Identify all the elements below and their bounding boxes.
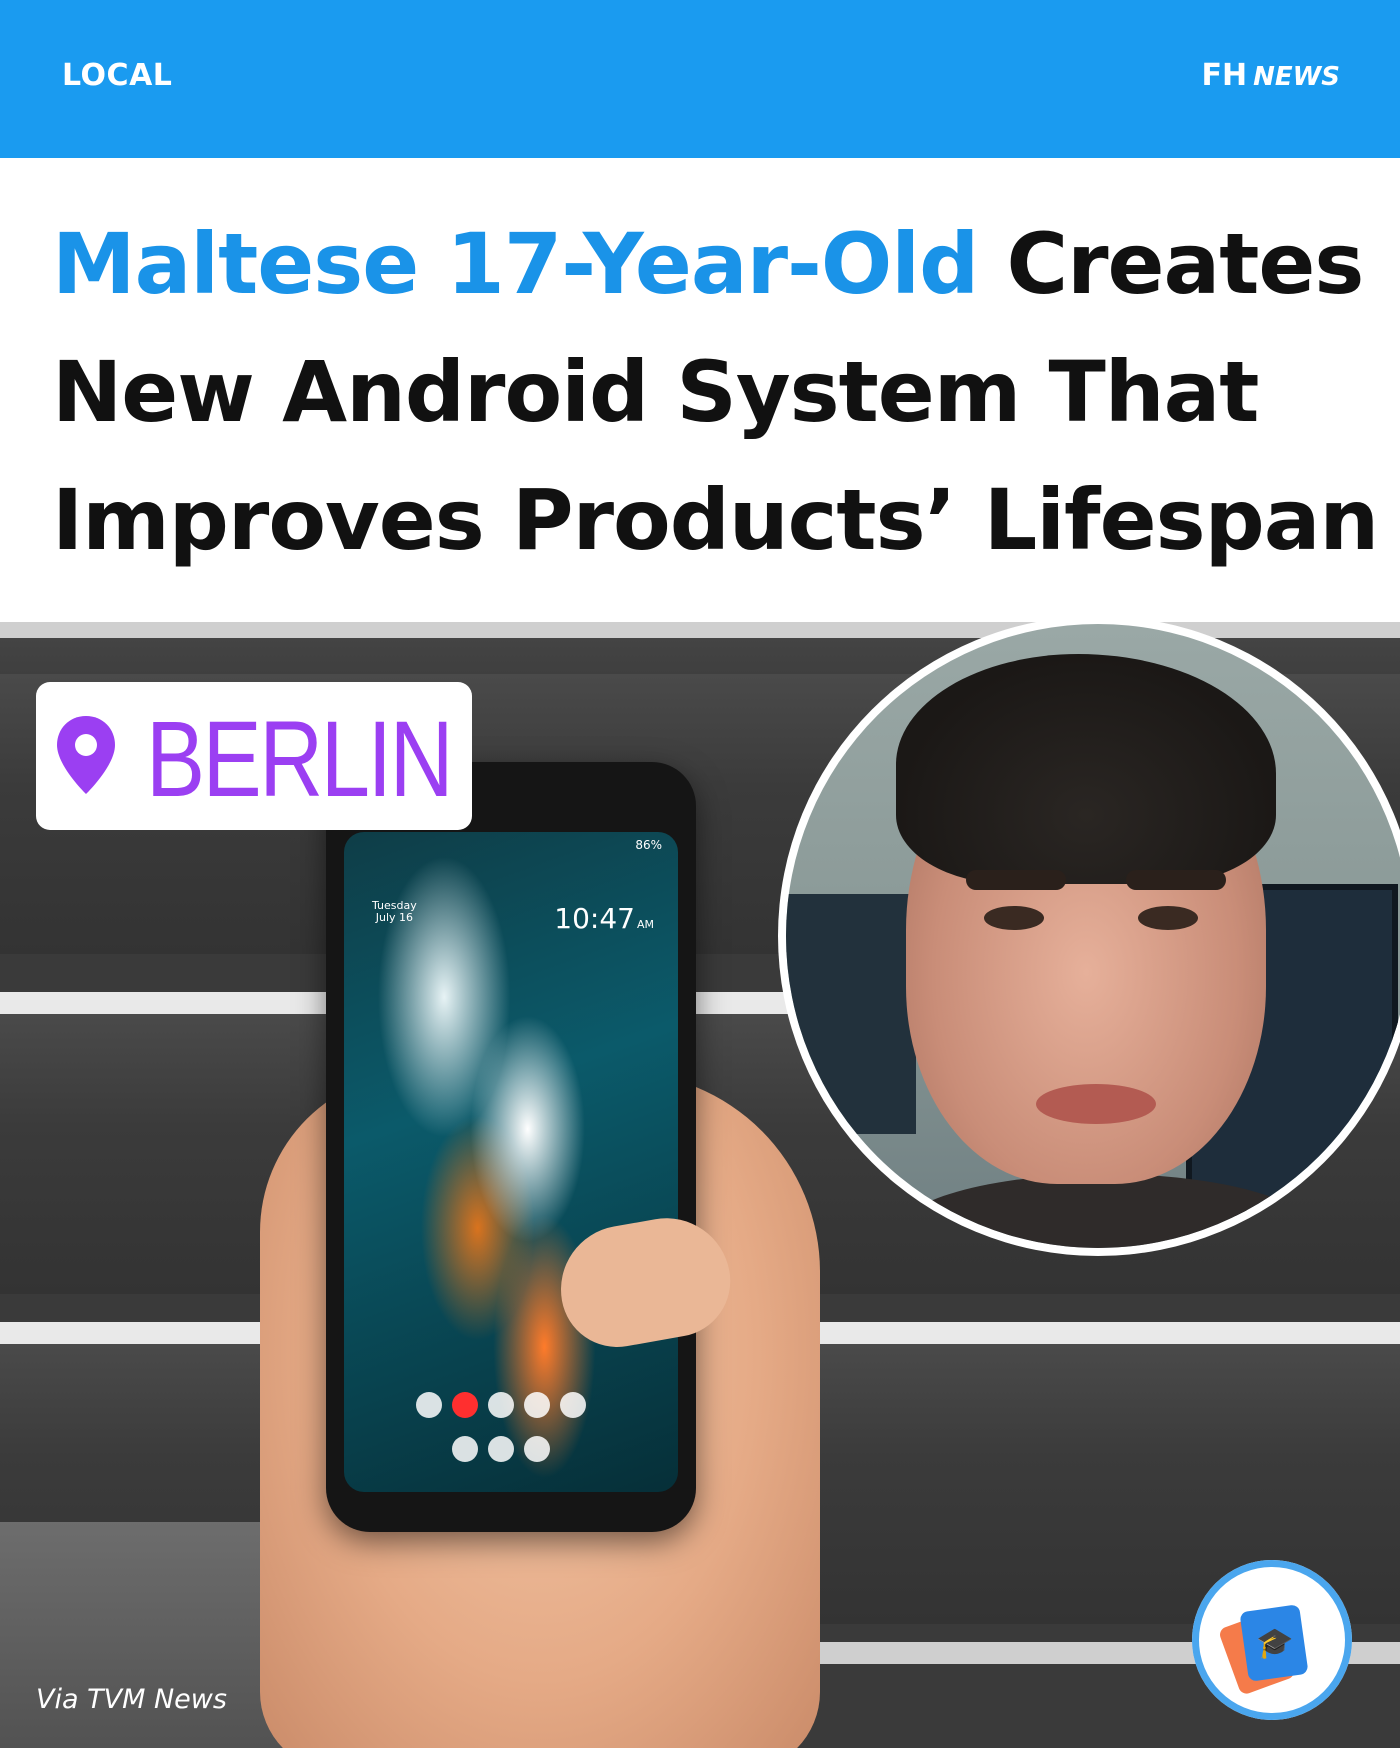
app-dock: [416, 1392, 636, 1462]
app-dot: [524, 1392, 550, 1418]
photo-credit: Via TVM News: [36, 1684, 227, 1715]
location-tag[interactable]: BERLIN: [36, 682, 472, 830]
location-pin-icon: [57, 716, 115, 794]
brand-main: FH: [1201, 58, 1248, 93]
phone-date: Tuesday July 16: [372, 900, 417, 924]
brand-sub: NEWS: [1253, 62, 1340, 92]
phone-date-text: July 16: [375, 911, 414, 924]
article-photo[interactable]: 86% Tuesday July 16 10:47 AM BERLIN Via …: [0, 622, 1400, 1748]
app-dot: [416, 1392, 442, 1418]
location-city: BERLIN: [146, 698, 454, 819]
phone-clock: 10:47 AM: [554, 902, 654, 935]
app-dot: [488, 1392, 514, 1418]
background-monitor: [786, 894, 916, 1134]
app-dot: [488, 1436, 514, 1462]
brand-logo[interactable]: FH NEWS: [1201, 58, 1340, 93]
top-bar: LOCAL FH NEWS: [0, 0, 1400, 158]
headline-line-1-rest: Creates: [978, 215, 1364, 313]
mouth: [1036, 1084, 1156, 1124]
eye: [984, 906, 1044, 930]
headline-line-2: New Android System That: [52, 343, 1259, 441]
phone-time-suffix: AM: [636, 918, 654, 931]
eyebrow: [966, 870, 1066, 890]
eye: [1138, 906, 1198, 930]
eyebrow: [1126, 870, 1226, 890]
app-dot: [452, 1436, 478, 1462]
headline-line-3: Improves Products’ Lifespan: [52, 471, 1379, 569]
portrait-circle: [778, 622, 1400, 1256]
phone-screen: 86% Tuesday July 16 10:47 AM: [344, 832, 678, 1492]
headline-highlight: Maltese 17-Year-Old: [52, 215, 979, 313]
app-dot: [560, 1392, 586, 1418]
phone-time: 10:47: [554, 902, 635, 935]
headline: Maltese 17-Year-Old Creates New Android …: [52, 200, 1382, 584]
graduation-cap-icon: 🎓: [1256, 1626, 1294, 1661]
graduation-app-icon[interactable]: 🎓: [1192, 1560, 1352, 1720]
headline-line-1: Maltese 17-Year-Old Creates: [52, 200, 1382, 328]
portrait-photo: [786, 624, 1400, 1248]
hair: [896, 654, 1276, 884]
app-dot: [524, 1436, 550, 1462]
phone-status: 86%: [635, 838, 662, 852]
section-label[interactable]: LOCAL: [62, 58, 172, 93]
video-app-icon: [452, 1392, 478, 1418]
